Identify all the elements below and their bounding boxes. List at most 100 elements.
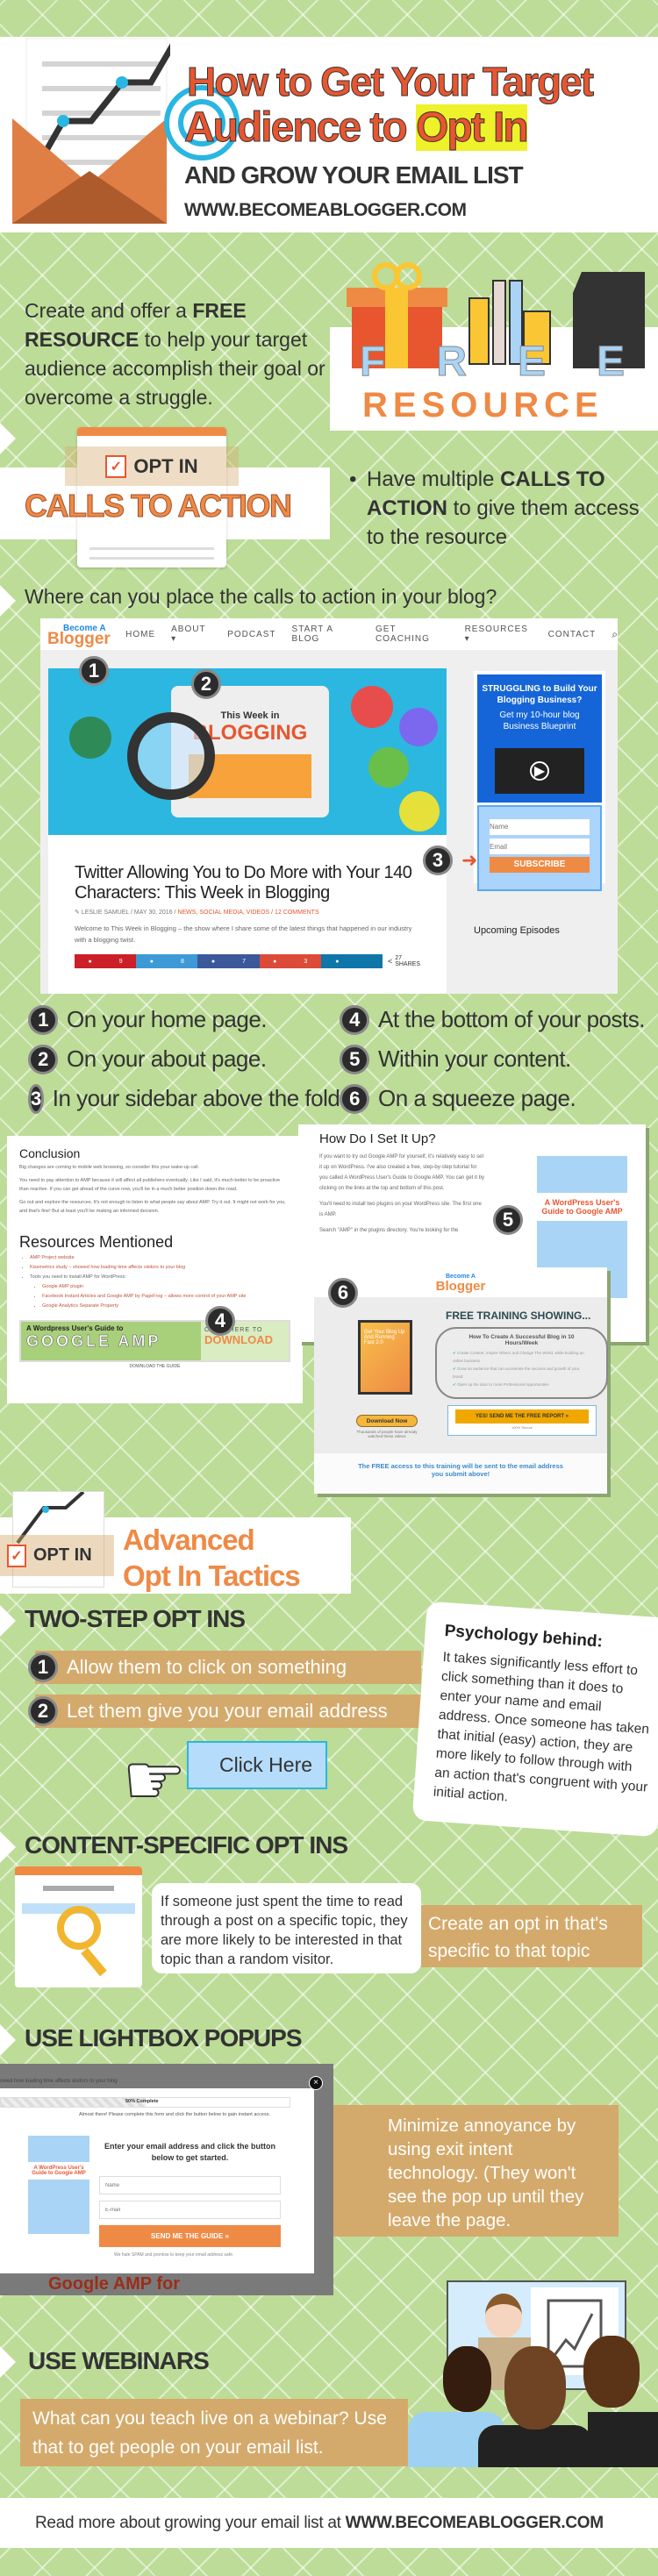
logo-text: Blogger (47, 630, 111, 648)
marker-5: 5 (493, 1205, 523, 1235)
page-title-line2: Audience to Opt In (183, 103, 530, 152)
cta-banner-title: CALLS TO ACTION (25, 488, 293, 524)
subscribe-button[interactable]: SUBSCRIBE (490, 857, 590, 873)
box-title: How To Create A Successful Blog in 10 Ho… (468, 1334, 575, 1346)
resource-graphic-word: RESOURCE (362, 386, 604, 425)
meta-categories[interactable]: NEWS, SOCIAL MEDIA, VIDEOS (177, 910, 269, 916)
badge-label: OPT IN (33, 1545, 92, 1565)
placement-item: 3 In your sidebar above the fold (28, 1079, 340, 1118)
webinar-illustration (408, 2280, 658, 2467)
sidebar-name-input[interactable] (490, 818, 590, 835)
share-button-linkedin[interactable]: ● (320, 954, 383, 968)
share-count: 7 (242, 958, 247, 965)
sidebar-sub: Get my 10-hour blog Business Blueprint (499, 710, 580, 731)
resource-item[interactable]: Google AMP plugin (42, 1282, 290, 1292)
lightbox-name-input[interactable] (99, 2176, 281, 2194)
number-badge: 2 (191, 669, 221, 699)
share-button-facebook[interactable]: ● 7 (197, 954, 260, 968)
step-text: Allow them to click on something (67, 1656, 347, 1678)
psychology-text: It takes significantly less effort to cl… (433, 1649, 650, 1805)
title-prefix: Audience to (183, 104, 417, 152)
book-title: A WordPress User's Guide to Google AMP (28, 2162, 89, 2180)
meta-comments[interactable]: 12 COMMENTS (275, 910, 319, 916)
share-count: 9 (118, 958, 123, 965)
play-icon[interactable]: ▶ (530, 761, 549, 781)
site-nav: Become A Blogger HOME ABOUT ▾ PODCAST STA… (40, 618, 618, 650)
share-button-google-plus[interactable]: ● 3 (259, 954, 321, 968)
nav-podcast[interactable]: PODCAST (227, 630, 275, 639)
number-badge: 2 (28, 1044, 58, 1074)
placement-item: 6 On a squeeze page. (340, 1079, 651, 1118)
sidebar-video[interactable]: ▶ (477, 739, 602, 803)
title-highlight: Opt In (416, 104, 530, 152)
resource-item[interactable]: Facebook Instant Articles and Google AMP… (42, 1292, 290, 1302)
linkedin-icon: ● (335, 958, 340, 965)
bullet-text: Create Content, Inspire Others and Chang… (453, 1351, 584, 1363)
nav-resources[interactable]: RESOURCES ▾ (465, 624, 533, 644)
logo-text: Blogger (435, 1279, 486, 1294)
pinterest-icon: ● (88, 958, 92, 965)
resource-item[interactable]: AMP Project website (30, 1253, 290, 1263)
share-button-pinterest[interactable]: ● 9 (75, 954, 137, 968)
resource-item[interactable]: Google Analytics Separate Property (42, 1302, 290, 1311)
nav-about[interactable]: ABOUT ▾ (171, 624, 211, 644)
content-specific-heading: CONTENT-SPECIFIC OPT INS (25, 1831, 348, 1859)
nav-start-a-blog[interactable]: START A BLOG (292, 624, 361, 644)
share-button-twitter[interactable]: ● 8 (136, 954, 198, 968)
lightbox-heading: USE LIGHTBOX POPUPS (25, 2024, 302, 2052)
envelope-chart-icon (12, 38, 170, 224)
page-title-line1: How to Get Your Target (186, 59, 594, 105)
number-badge: 2 (28, 1696, 58, 1726)
secure-note: 100% Secure (511, 1425, 533, 1430)
facebook-icon (351, 686, 393, 728)
nav-contact[interactable]: CONTACT (548, 630, 597, 639)
share-total: 27 SHARES (395, 955, 420, 967)
send-guide-button[interactable]: SEND ME THE GUIDE » (99, 2225, 281, 2247)
item-text: In your sidebar above the fold (52, 1085, 340, 1111)
send-report-button[interactable]: YES! SEND ME THE FREE REPORT » (455, 1409, 589, 1424)
number-badge: 3 (28, 1083, 44, 1114)
paragraph: You need to pay attention to AMP because… (19, 1178, 281, 1192)
cta-bullet: • Have multiple CALLS TO ACTION to give t… (349, 465, 652, 552)
header-url[interactable]: WWW.BECOMEABLOGGER.COM (184, 200, 467, 221)
background-title: Google AMP for (48, 2274, 180, 2294)
section-marker (0, 1605, 16, 1637)
lightbox-email-input[interactable] (99, 2201, 281, 2219)
close-icon[interactable]: × (309, 2076, 323, 2090)
nav-home[interactable]: HOME (125, 630, 155, 639)
post-title[interactable]: Twitter Allowing You to Do More with You… (75, 863, 420, 903)
site-logo[interactable]: Become A Blogger (47, 624, 125, 648)
resource-item[interactable]: Tools you need to install AMP for WordPr… (30, 1273, 290, 1282)
item-text: On your home page. (67, 1006, 268, 1032)
footer-url[interactable]: WWW.BECOMEABLOGGER.COM (346, 2514, 604, 2533)
share-count: 8 (180, 958, 184, 965)
download-now-button[interactable]: Download Now (356, 1415, 418, 1427)
magnifier-icon (57, 1906, 101, 1950)
placement-item: 4 At the bottom of your posts. (340, 1000, 651, 1039)
sidebar-form: SUBSCRIBE (477, 805, 602, 891)
checkbox-icon: ✓ (7, 1544, 26, 1567)
item-text: Within your content. (378, 1045, 571, 1072)
training-bullet: ✔ Grow an audience that can accelerate t… (453, 1365, 590, 1381)
paragraph: Big changes are coming to mobile web bro… (19, 1165, 200, 1170)
conclusion-screenshot: Conclusion Big changes are coming to mob… (7, 1136, 303, 1403)
search-icon[interactable]: ⌕ (612, 628, 618, 641)
free-graphic-word: FREE (360, 339, 658, 386)
number-badge: 3 (423, 846, 453, 875)
click-here-button[interactable]: Click Here (187, 1741, 327, 1789)
step-1: 1 Allow them to click on something (28, 1651, 421, 1684)
resource-item[interactable]: Kissmetrics study – showed how loading t… (30, 1263, 290, 1273)
amp-download-banner[interactable]: A Wordpress User's Guide to GOOGLE AMP CL… (19, 1306, 290, 1362)
marker-1: 1 (79, 656, 118, 686)
lightbox-book: A WordPress User's Guide to Google AMP (28, 2136, 89, 2234)
nav-get-coaching[interactable]: GET COACHING (375, 624, 449, 644)
marker-6: 6 (328, 1278, 358, 1308)
meta-author[interactable]: LESLIE SAMUEL (82, 910, 129, 916)
conclusion-title: Conclusion (19, 1146, 81, 1160)
lightbulb-icon (69, 717, 111, 759)
footer: Read more about growing your email list … (0, 2498, 658, 2548)
sidebar-email-input[interactable] (490, 838, 590, 854)
setup-title: How Do I Set It Up? (319, 1131, 436, 1146)
post-meta: ✎ LESLIE SAMUEL / MAY 30, 2016 / NEWS, S… (75, 910, 319, 916)
banner-caption: DOWNLOAD THE GUIDE (129, 1364, 181, 1369)
